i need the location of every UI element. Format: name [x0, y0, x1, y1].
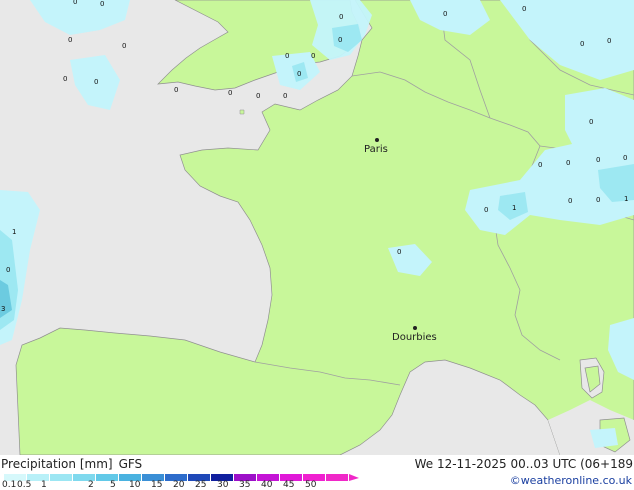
grid-value: 0	[623, 154, 627, 162]
grid-value: 0	[568, 197, 572, 205]
scale-tick-label: 15	[151, 480, 163, 490]
grid-value: 0	[122, 42, 126, 50]
scale-tick-label: 35	[239, 480, 251, 490]
city-dot-dourbies	[413, 326, 417, 330]
channel-island	[239, 109, 245, 115]
grid-value: 0	[228, 89, 232, 97]
grid-value: 0	[580, 40, 584, 48]
scale-tick-label: 0.1	[2, 480, 17, 490]
scale-arrow	[349, 474, 359, 481]
scale-tick-label: 40	[261, 480, 273, 490]
scale-tick-label: 50	[305, 480, 317, 490]
forecast-datetime: We 12-11-2025 00..03 UTC (06+189	[414, 457, 633, 471]
grid-value: 0	[311, 52, 315, 60]
credit-link[interactable]: ©weatheronline.co.uk	[510, 474, 632, 487]
city-label-paris: Paris	[364, 144, 388, 155]
scale-tick-label: 30	[217, 480, 229, 490]
grid-value: 0	[297, 70, 301, 78]
grid-value: 0	[443, 10, 447, 18]
legend-title-row: Precipitation [mm] GFS	[1, 457, 148, 471]
grid-value: 0	[538, 161, 542, 169]
grid-value: 0	[522, 5, 526, 13]
grid-value: 1	[12, 228, 16, 236]
grid-value: 1	[512, 204, 516, 212]
grid-value: 0	[566, 159, 570, 167]
grid-value: 0	[596, 196, 600, 204]
grid-value: 0	[589, 118, 593, 126]
grid-value: 0	[596, 156, 600, 164]
legend-title: Precipitation [mm]	[1, 457, 113, 471]
grid-value: 0	[100, 0, 104, 8]
grid-value: 0	[94, 78, 98, 86]
scale-tick-label: 10	[129, 480, 141, 490]
grid-value: 0	[283, 92, 287, 100]
scale-tick-label: 25	[195, 480, 207, 490]
grid-value: 0	[484, 206, 488, 214]
grid-value: 3	[1, 305, 5, 313]
grid-value: 0	[68, 36, 72, 44]
legend-model: GFS	[118, 457, 143, 471]
city-dot-paris	[375, 138, 379, 142]
grid-value: 0	[397, 248, 401, 256]
grid-value: 1	[624, 195, 628, 203]
grid-value: 0	[607, 37, 611, 45]
precip-area-sardinia	[590, 428, 618, 448]
color-scale-ticks: 0.1 0.5 1 2 5 10 15 20 25 30 35 40 45 50	[0, 480, 340, 490]
grid-value: 0	[73, 0, 77, 6]
grid-value: 0	[285, 52, 289, 60]
grid-value: 0	[174, 86, 178, 94]
city-label-dourbies: Dourbies	[392, 332, 437, 343]
scale-tick-label: 5	[110, 480, 116, 490]
precipitation-map[interactable]: Paris Dourbies 0 0 0 0 0 0 0 0 0 0 0 0 0…	[0, 0, 634, 455]
scale-tick-label: 45	[283, 480, 295, 490]
grid-value: 0	[256, 92, 260, 100]
scale-tick-label: 2	[88, 480, 94, 490]
grid-value: 0	[6, 266, 10, 274]
map-screen: Paris Dourbies 0 0 0 0 0 0 0 0 0 0 0 0 0…	[0, 0, 634, 490]
scale-tick-label: 20	[173, 480, 185, 490]
scale-tick-label: 0.5	[17, 480, 32, 490]
grid-value: 0	[63, 75, 67, 83]
scale-tick-label: 1	[41, 480, 47, 490]
grid-value: 0	[338, 36, 342, 44]
grid-value: 0	[339, 13, 343, 21]
scale-swatch	[326, 474, 349, 481]
legend-panel: Precipitation [mm] GFS We 12-11-2025 00..…	[0, 455, 634, 490]
scale-swatch	[50, 474, 73, 481]
